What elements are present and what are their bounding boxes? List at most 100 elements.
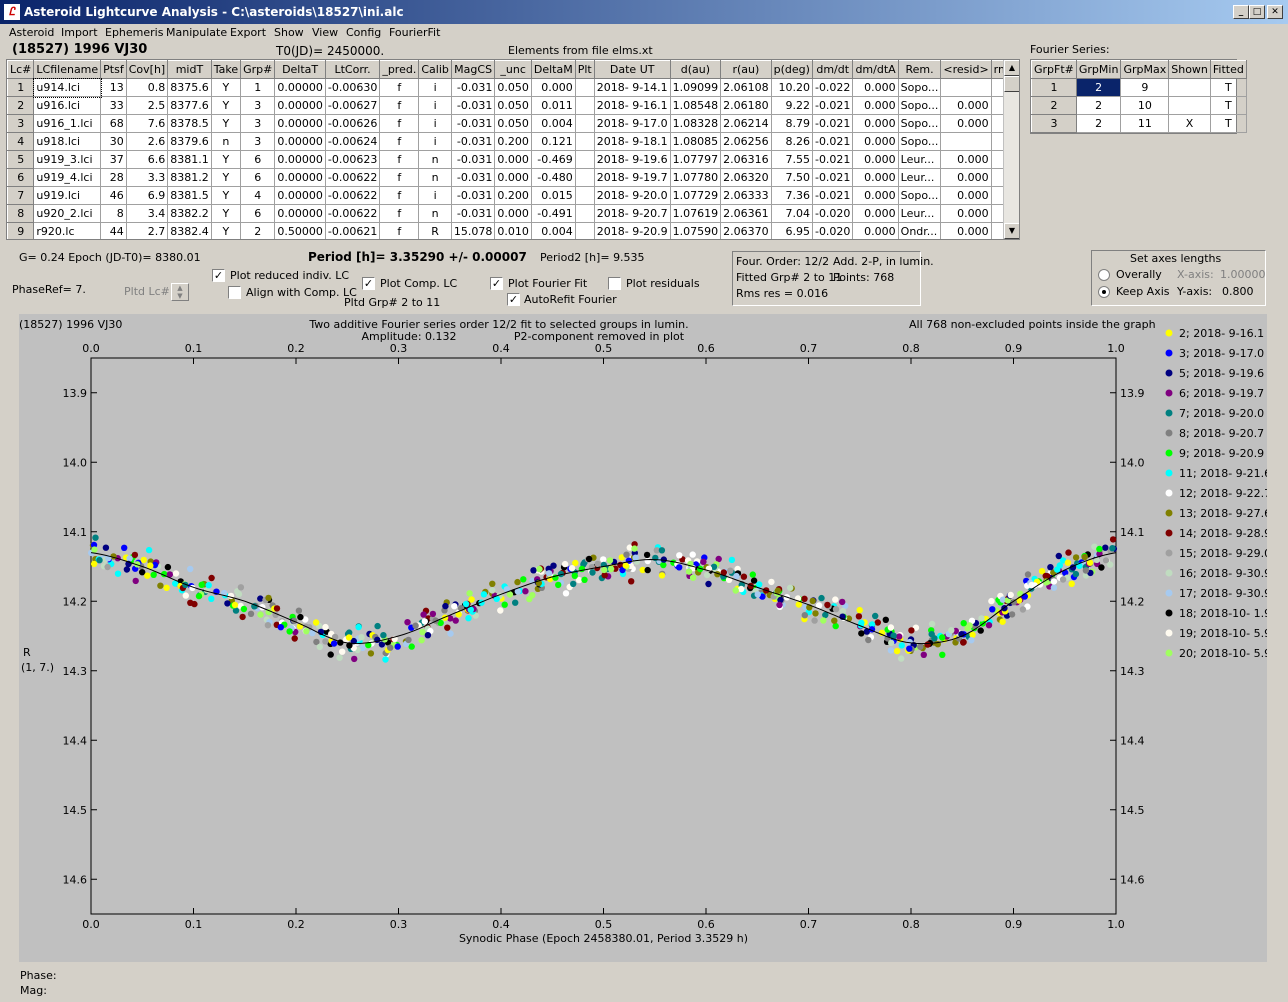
table-cell[interactable]: 0.00000 — [274, 96, 326, 115]
table-cell[interactable]: 0.200 — [494, 132, 532, 151]
table-cell[interactable]: 2.06256 — [720, 132, 772, 151]
table-cell[interactable]: R — [418, 222, 452, 239]
table-cell[interactable]: 2018- 9-14.1 — [593, 78, 671, 97]
table-cell[interactable]: -0.00626 — [324, 114, 381, 133]
menu-view[interactable]: View — [312, 26, 338, 39]
table-cell[interactable]: 9.22 — [770, 96, 813, 115]
column-header[interactable]: midT — [167, 60, 212, 79]
table-cell[interactable] — [574, 78, 595, 97]
table-cell[interactable]: -0.031 — [450, 150, 496, 169]
table-cell[interactable]: u919.lci — [33, 186, 102, 205]
table-cell[interactable]: 2.7 — [125, 222, 169, 239]
table-cell[interactable]: -0.021 — [811, 114, 854, 133]
column-header[interactable]: r(au) — [720, 60, 772, 79]
table-cell[interactable]: f — [379, 114, 420, 133]
table-cell[interactable]: -0.00622 — [324, 168, 381, 187]
table-cell[interactable]: 7.50 — [770, 168, 813, 187]
table-cell[interactable]: Y — [210, 204, 242, 223]
table-cell[interactable]: 2018- 9-19.7 — [593, 168, 671, 187]
table-cell[interactable]: n — [418, 150, 452, 169]
table-cell[interactable]: 0.050 — [494, 114, 532, 133]
table-cell[interactable]: 2 — [240, 222, 276, 239]
table-cell[interactable]: 0.000 — [940, 114, 992, 133]
table-cell[interactable]: 0.000 — [852, 222, 899, 239]
table-cell[interactable]: -0.00622 — [324, 204, 381, 223]
column-header[interactable]: Date UT — [593, 60, 671, 79]
table-cell[interactable]: f — [379, 204, 420, 223]
menu-asteroid[interactable]: Asteroid — [9, 26, 54, 39]
table-cell[interactable]: 0.200 — [494, 186, 532, 205]
table-cell[interactable]: 0.000 — [494, 150, 532, 169]
table-cell[interactable]: -0.021 — [811, 150, 854, 169]
table-cell[interactable]: 7.36 — [770, 186, 813, 205]
table-cell[interactable]: -0.480 — [530, 168, 576, 187]
table-cell[interactable]: -0.031 — [450, 168, 496, 187]
plot-comp-checkbox[interactable]: ✓ — [362, 277, 375, 290]
table-cell[interactable]: -0.031 — [450, 186, 496, 205]
table-cell[interactable]: Y — [210, 114, 242, 133]
table-cell[interactable]: 3 — [240, 96, 276, 115]
table-cell[interactable]: 1 — [240, 78, 276, 97]
table-cell[interactable]: 0.00000 — [274, 168, 326, 187]
column-header[interactable]: Shown — [1168, 60, 1211, 79]
table-cell[interactable]: -0.031 — [450, 204, 496, 223]
table-cell[interactable]: 0.000 — [940, 96, 992, 115]
table-row[interactable]: 2 2 10 T — [1031, 96, 1247, 115]
column-header[interactable]: Ptsf — [100, 60, 127, 79]
table-cell[interactable]: -0.00630 — [324, 78, 381, 97]
table-cell[interactable]: -0.022 — [811, 78, 854, 97]
table-cell[interactable]: 1.08548 — [669, 96, 722, 115]
table-cell[interactable]: 1 — [7, 78, 35, 97]
table-cell[interactable]: 0.050 — [494, 96, 532, 115]
table-cell[interactable]: 1.07780 — [669, 168, 722, 187]
table-cell[interactable]: -0.031 — [450, 114, 496, 133]
column-header[interactable]: MagCS — [450, 60, 496, 79]
table-cell[interactable]: i — [418, 132, 452, 151]
table-cell[interactable]: 8382.2 — [167, 204, 212, 223]
column-header[interactable]: dm/dtA — [852, 60, 899, 79]
table-cell[interactable]: f — [379, 132, 420, 151]
column-header[interactable]: GrpFt# — [1031, 60, 1077, 79]
table-cell[interactable]: 0.000 — [940, 222, 992, 239]
table-cell[interactable] — [940, 132, 992, 151]
table-cell[interactable]: -0.491 — [530, 204, 576, 223]
table-cell[interactable]: i — [418, 114, 452, 133]
table-cell[interactable]: 7.55 — [770, 150, 813, 169]
scroll-thumb[interactable] — [1004, 76, 1019, 92]
table-cell[interactable]: 33 — [100, 96, 127, 115]
align-comp-checkbox[interactable] — [228, 286, 241, 299]
table-cell[interactable]: f — [379, 186, 420, 205]
table-cell[interactable]: -0.021 — [811, 168, 854, 187]
table-cell[interactable]: Ondr... — [897, 222, 942, 239]
column-header[interactable]: DeltaM — [530, 60, 576, 79]
table-cell[interactable]: n — [418, 168, 452, 187]
table-cell[interactable]: u920_2.lci — [33, 204, 102, 223]
table-cell[interactable]: 6 — [240, 168, 276, 187]
table-cell[interactable]: T — [1209, 78, 1247, 97]
table-cell[interactable]: 0.121 — [530, 132, 576, 151]
table-cell[interactable]: 0.000 — [852, 96, 899, 115]
table-cell[interactable]: Y — [210, 222, 242, 239]
table-cell[interactable]: 2.06214 — [720, 114, 772, 133]
table-cell[interactable]: 3.4 — [125, 204, 169, 223]
table-cell[interactable]: 1.07590 — [669, 222, 722, 239]
table-cell[interactable]: 2.06320 — [720, 168, 772, 187]
table-cell[interactable]: 2018- 9-19.6 — [593, 150, 671, 169]
table-cell[interactable]: 4 — [7, 132, 35, 151]
column-header[interactable]: Grp# — [240, 60, 276, 79]
table-cell[interactable]: -0.031 — [450, 78, 496, 97]
table-cell[interactable]: 0.000 — [852, 168, 899, 187]
table-cell[interactable]: u918.lci — [33, 132, 102, 151]
table-row[interactable]: 3 u916_1.lci 68 7.6 8378.5 Y 3 0.00000 -0.00626 f… — [7, 114, 1019, 133]
column-header[interactable]: <resid> — [940, 60, 992, 79]
table-cell[interactable]: 8379.6 — [167, 132, 212, 151]
table-cell[interactable]: 0.000 — [940, 186, 992, 205]
table-cell[interactable]: 2018- 9-20.0 — [593, 186, 671, 205]
table-cell[interactable] — [1168, 78, 1211, 97]
yaxis-value[interactable]: 0.800 — [1222, 285, 1254, 298]
table-row[interactable]: 129 T — [1031, 78, 1247, 97]
menu-ephemeris[interactable]: Ephemeris — [105, 26, 163, 39]
table-cell[interactable]: 0.000 — [940, 168, 992, 187]
table-cell[interactable] — [574, 168, 595, 187]
menu-config[interactable]: Config — [346, 26, 381, 39]
